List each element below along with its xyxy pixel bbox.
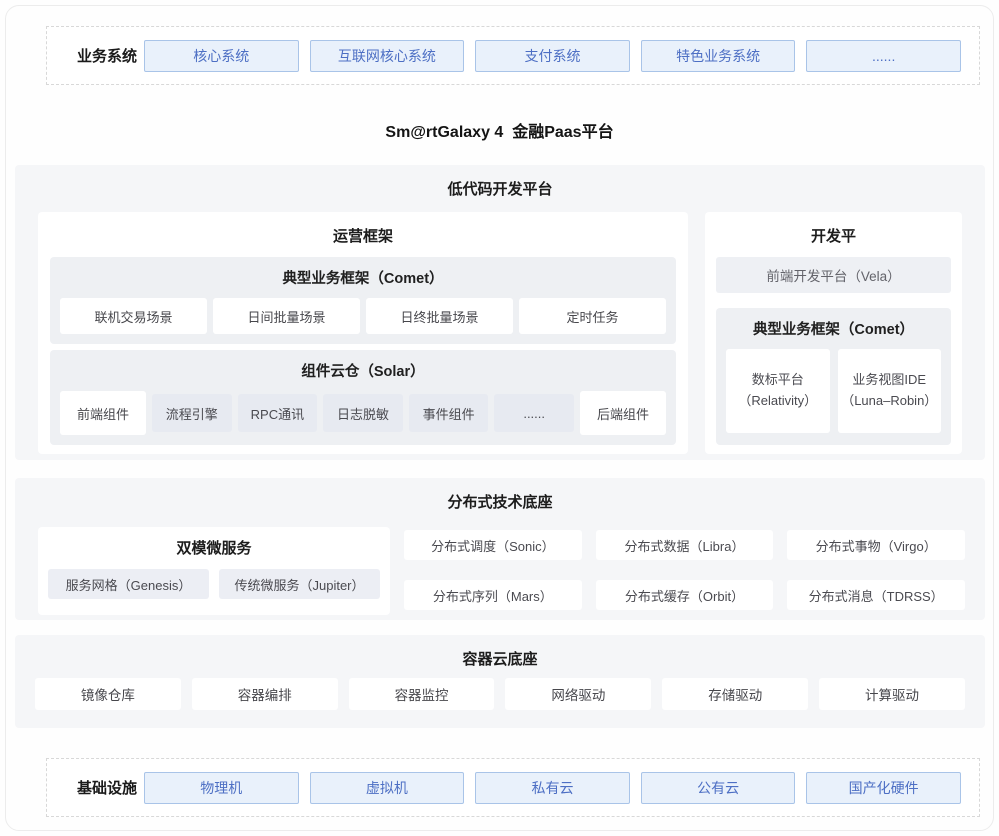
typical-business-framework-row: 联机交易场景 日间批量场景 日终批量场景 定时任务	[60, 298, 666, 334]
biz-block-ellipsis: ......	[806, 40, 961, 72]
block-container-orchestration: 容器编排	[192, 678, 338, 710]
block-frontend-dev-platform-vela: 前端开发平台（Vela）	[716, 257, 951, 293]
block-distributed-messaging-tdrss: 分布式消息（TDRSS）	[787, 580, 965, 610]
biz-block-internet-core-system: 互联网核心系统	[310, 40, 465, 72]
biz-block-special-business-system: 特色业务系统	[641, 40, 796, 72]
typical-business-framework-title: 典型业务框架（Comet）	[60, 264, 666, 298]
dev-typical-business-framework-row: 数标平台 （Relativity） 业务视图IDE （Luna–Robin）	[726, 349, 941, 435]
distributed-services-grid: 分布式调度（Sonic） 分布式数据（Libra） 分布式事物（Virgo） 分…	[404, 530, 965, 610]
distributed-base-section: 分布式技术底座 双模微服务 服务网格（Genesis） 传统微服务（Jupite…	[15, 478, 985, 620]
business-systems-strip: 核心系统 互联网核心系统 支付系统 特色业务系统 ......	[144, 40, 979, 72]
block-day-end-batch-scene: 日终批量场景	[366, 298, 513, 334]
distributed-base-title: 分布式技术底座	[15, 478, 985, 512]
block-network-driver: 网络驱动	[505, 678, 651, 710]
block-backend-components: 后端组件	[580, 391, 666, 435]
chip-process-engine: 流程引擎	[152, 394, 232, 432]
dual-mode-microservices-row: 服务网格（Genesis） 传统微服务（Jupiter）	[48, 569, 380, 599]
component-cloud-box: 组件云仓（Solar） 前端组件 流程引擎 RPC通讯 日志脱敏 事件组件 ..…	[50, 350, 676, 445]
operation-framework-box: 运营框架 典型业务框架（Comet） 联机交易场景 日间批量场景 日终批量场景 …	[38, 212, 688, 454]
chip-log-masking: 日志脱敏	[323, 394, 403, 432]
infra-block-public-cloud: 公有云	[641, 772, 796, 804]
operation-framework-title: 运营框架	[50, 212, 676, 257]
container-base-row: 镜像仓库 容器编排 容器监控 网络驱动 存储驱动 计算驱动	[15, 678, 985, 710]
chip-ellipsis: ......	[494, 394, 574, 432]
dev-platform-title: 开发平	[716, 212, 951, 257]
dev-typical-business-framework-title: 典型业务框架（Comet）	[726, 315, 941, 349]
infrastructure-label: 基础设施	[47, 777, 144, 798]
block-distributed-sequence-mars: 分布式序列（Mars）	[404, 580, 582, 610]
block-storage-driver: 存储驱动	[662, 678, 808, 710]
block-container-monitoring: 容器监控	[349, 678, 495, 710]
chip-service-mesh-genesis: 服务网格（Genesis）	[48, 569, 209, 599]
infra-block-physical-machine: 物理机	[144, 772, 299, 804]
block-distributed-scheduling-sonic: 分布式调度（Sonic）	[404, 530, 582, 560]
block-label-line1: 数标平台	[752, 370, 804, 391]
block-scheduled-task: 定时任务	[519, 298, 666, 334]
component-cloud-row: 前端组件 流程引擎 RPC通讯 日志脱敏 事件组件 ...... 后端组件	[60, 391, 666, 435]
block-compute-driver: 计算驱动	[819, 678, 965, 710]
component-cloud-title: 组件云仓（Solar）	[60, 357, 666, 391]
business-systems-row: 业务系统 核心系统 互联网核心系统 支付系统 特色业务系统 ......	[46, 26, 980, 85]
lowcode-platform-body: 运营框架 典型业务框架（Comet） 联机交易场景 日间批量场景 日终批量场景 …	[15, 199, 985, 454]
chip-traditional-microservices-jupiter: 传统微服务（Jupiter）	[219, 569, 380, 599]
infrastructure-strip: 物理机 虚拟机 私有云 公有云 国产化硬件	[144, 772, 979, 804]
block-label-line1: 业务视图IDE	[852, 370, 926, 391]
block-image-registry: 镜像仓库	[35, 678, 181, 710]
distributed-base-body: 双模微服务 服务网格（Genesis） 传统微服务（Jupiter） 分布式调度…	[15, 512, 985, 615]
block-distributed-data-libra: 分布式数据（Libra）	[596, 530, 774, 560]
infrastructure-row: 基础设施 物理机 虚拟机 私有云 公有云 国产化硬件	[46, 758, 980, 817]
architecture-diagram: 业务系统 核心系统 互联网核心系统 支付系统 特色业务系统 ...... Sm@…	[0, 0, 999, 836]
lowcode-platform-section: 低代码开发平台 运营框架 典型业务框架（Comet） 联机交易场景 日间批量场景…	[15, 165, 985, 460]
dev-platform-box: 开发平 前端开发平台（Vela） 典型业务框架（Comet） 数标平台 （Rel…	[705, 212, 962, 454]
lowcode-platform-title: 低代码开发平台	[15, 165, 985, 199]
biz-block-core-system: 核心系统	[144, 40, 299, 72]
block-label-line2: （Luna–Robin）	[841, 391, 937, 412]
dual-mode-microservices-title: 双模微服务	[48, 527, 380, 569]
block-frontend-components: 前端组件	[60, 391, 146, 435]
container-base-section: 容器云底座 镜像仓库 容器编排 容器监控 网络驱动 存储驱动 计算驱动	[15, 635, 985, 728]
chip-rpc-communication: RPC通讯	[238, 394, 318, 432]
block-online-transaction-scene: 联机交易场景	[60, 298, 207, 334]
block-data-standard-platform-relativity: 数标平台 （Relativity）	[726, 349, 830, 433]
block-daytime-batch-scene: 日间批量场景	[213, 298, 360, 334]
block-distributed-transaction-virgo: 分布式事物（Virgo）	[787, 530, 965, 560]
block-label-line2: （Relativity）	[738, 391, 817, 412]
infra-block-private-cloud: 私有云	[475, 772, 630, 804]
block-business-view-ide-luna-robin: 业务视图IDE （Luna–Robin）	[838, 349, 942, 433]
biz-block-payment-system: 支付系统	[475, 40, 630, 72]
container-base-title: 容器云底座	[15, 635, 985, 669]
page-title: Sm@rtGalaxy 4 金融Paas平台	[0, 118, 999, 142]
block-distributed-cache-orbit: 分布式缓存（Orbit）	[596, 580, 774, 610]
typical-business-framework-box: 典型业务框架（Comet） 联机交易场景 日间批量场景 日终批量场景 定时任务	[50, 257, 676, 344]
infra-block-virtual-machine: 虚拟机	[310, 772, 465, 804]
dual-mode-microservices-box: 双模微服务 服务网格（Genesis） 传统微服务（Jupiter）	[38, 527, 390, 615]
infra-block-domestic-hardware: 国产化硬件	[806, 772, 961, 804]
business-systems-label: 业务系统	[47, 45, 144, 66]
dev-typical-business-framework-box: 典型业务框架（Comet） 数标平台 （Relativity） 业务视图IDE …	[716, 308, 951, 445]
chip-event-components: 事件组件	[409, 394, 489, 432]
